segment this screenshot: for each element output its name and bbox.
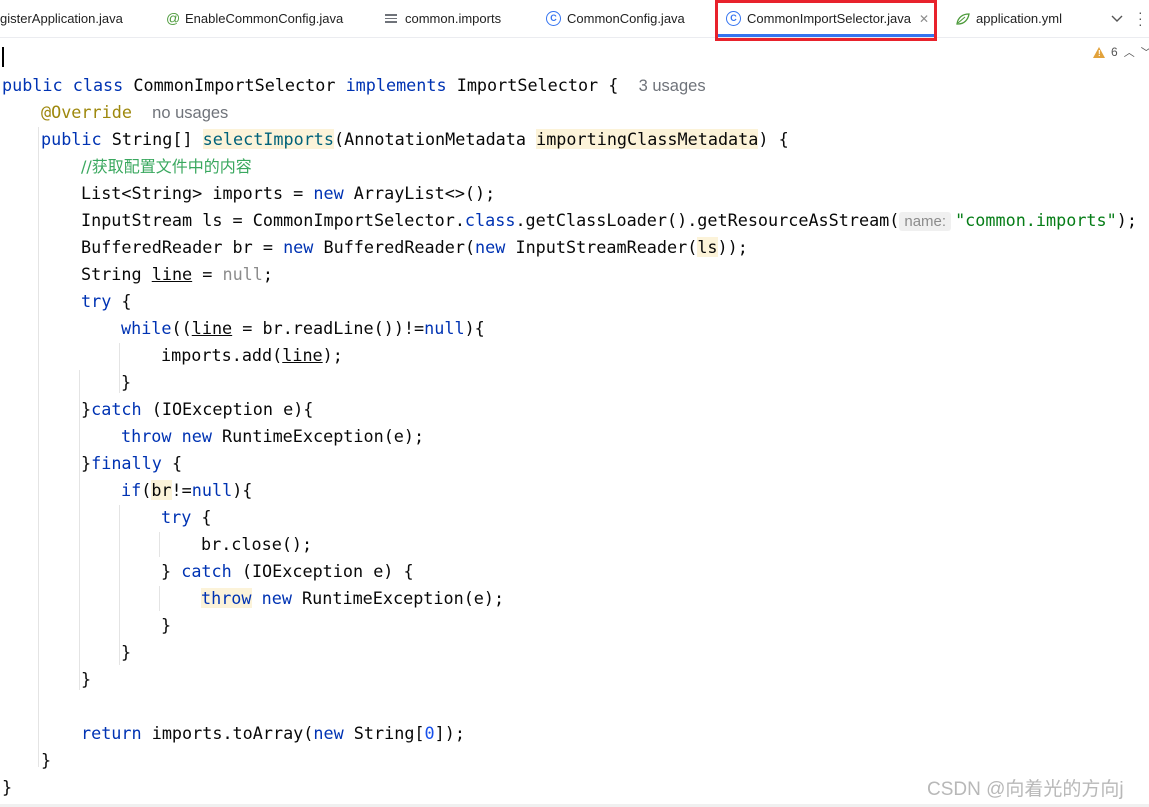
text-file-icon: [385, 14, 397, 23]
code-line: } catch (IOException e) {: [161, 561, 414, 581]
code-line: throw new RuntimeException(e);: [201, 588, 505, 608]
code-line: }: [41, 750, 52, 770]
code-line: if(br!=null){: [121, 480, 253, 500]
code-line: while((line = br.readLine())!=null){: [121, 318, 485, 338]
text-caret: [2, 47, 4, 67]
tab-label: application.yml: [976, 11, 1062, 26]
parameter-hint: name:: [899, 212, 952, 231]
usages-hint: no usages: [152, 104, 229, 122]
indent-guide: [79, 370, 80, 690]
code-line: @Override no usages: [41, 102, 229, 122]
class-icon: C: [546, 11, 561, 26]
indent-guide: [38, 127, 39, 767]
tab-label: gisterApplication.java: [0, 11, 123, 26]
code-line: }: [81, 669, 92, 689]
indent-guide: [119, 343, 120, 393]
indent-guide: [159, 586, 160, 611]
code-line: throw new RuntimeException(e);: [121, 426, 425, 446]
editor-tab-bar: gisterApplication.java @ EnableCommonCon…: [0, 0, 1149, 38]
code-line: BufferedReader br = new BufferedReader(n…: [81, 237, 748, 257]
highlight-box: [715, 0, 937, 41]
code-line: String line = null;: [81, 264, 273, 284]
warning-icon: !: [1093, 46, 1105, 58]
inspection-widget[interactable]: ! 6 ︿ ﹀: [1093, 44, 1149, 60]
warning-count: 6: [1111, 45, 1118, 59]
code-comment: //获取配置文件中的内容: [81, 157, 252, 176]
chevron-down-icon[interactable]: [1110, 11, 1124, 25]
code-line: try {: [81, 291, 132, 311]
code-line: public class CommonImportSelector implem…: [2, 75, 706, 95]
indent-guide: [119, 505, 120, 665]
tab-enable-common-config[interactable]: @ EnableCommonConfig.java: [166, 0, 343, 37]
code-line: }: [121, 642, 132, 662]
code-line: }: [2, 777, 13, 797]
code-line: }catch (IOException e){: [81, 399, 314, 419]
tab-common-config[interactable]: C CommonConfig.java: [546, 0, 685, 37]
tab-label: EnableCommonConfig.java: [185, 11, 344, 26]
chevron-up-icon[interactable]: ︿: [1124, 44, 1135, 60]
tab-application-yml[interactable]: application.yml: [956, 0, 1062, 37]
tab-label: CommonConfig.java: [567, 11, 685, 26]
chevron-down-icon[interactable]: ﹀: [1141, 44, 1149, 60]
watermark: CSDN @向着光的方向j: [927, 779, 1124, 800]
more-options-icon[interactable]: · · ·: [1138, 5, 1143, 31]
code-line: public String[] selectImports(Annotation…: [41, 129, 789, 149]
usages-hint: 3 usages: [638, 77, 706, 95]
tab-common-imports[interactable]: common.imports: [385, 0, 501, 37]
code-line: try {: [161, 507, 212, 527]
code-line: }: [161, 615, 172, 635]
tab-label: common.imports: [405, 11, 502, 26]
code-line: imports.add(line);: [161, 345, 343, 365]
code-line: }finally {: [81, 453, 183, 473]
code-line: InputStream ls = CommonImportSelector.cl…: [81, 210, 1137, 231]
annotation-icon: @: [166, 10, 181, 26]
spring-leaf-icon: [956, 12, 970, 25]
code-line: br.close();: [201, 534, 313, 554]
code-line: }: [121, 372, 132, 392]
tab-register-application[interactable]: gisterApplication.java: [0, 0, 123, 37]
code-line: List<String> imports = new ArrayList<>()…: [81, 183, 496, 203]
code-line: return imports.toArray(new String[0]);: [81, 723, 465, 743]
indent-guide: [159, 532, 160, 557]
